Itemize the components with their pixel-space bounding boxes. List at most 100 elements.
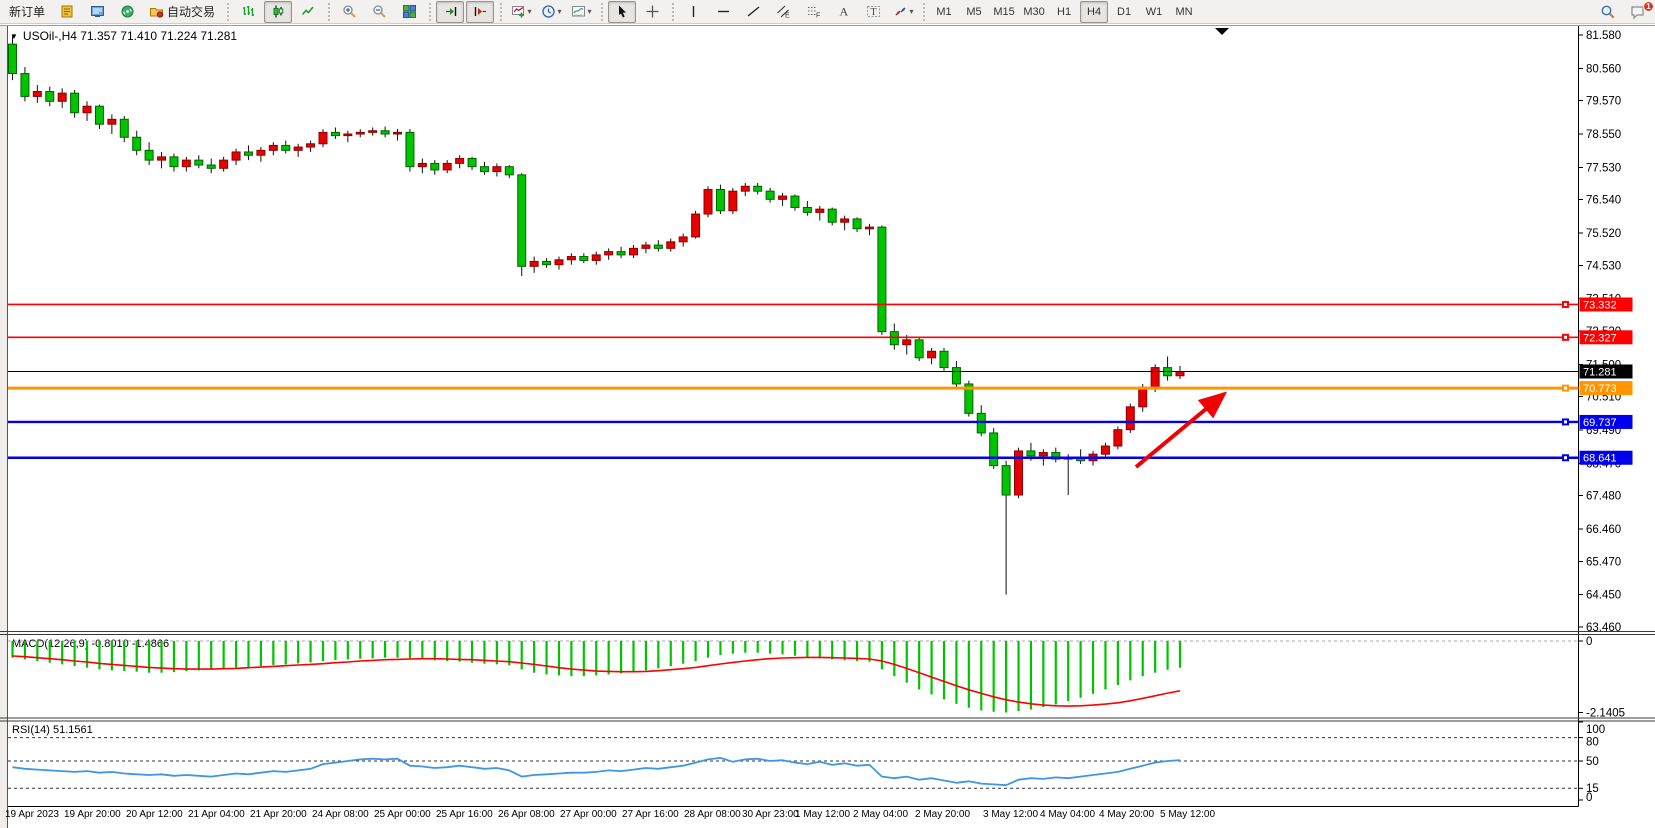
arrows-button[interactable]: ▾ bbox=[889, 1, 917, 23]
tf-h4-button[interactable]: H4 bbox=[1080, 1, 1108, 23]
chat-button[interactable]: 1 bbox=[1624, 1, 1652, 23]
zoom-in-icon bbox=[342, 4, 357, 19]
rsi-tick-label: 50 bbox=[1586, 756, 1599, 768]
candle-down bbox=[580, 257, 588, 261]
candle-up bbox=[83, 106, 91, 113]
macd-axis-min: -2.1405 bbox=[1586, 707, 1625, 719]
candle-down bbox=[977, 413, 985, 433]
tf-w1-button[interactable]: W1 bbox=[1140, 1, 1168, 23]
line-handle[interactable] bbox=[1562, 418, 1569, 425]
tf-h1-button-label: H1 bbox=[1057, 6, 1071, 18]
chevron-down-icon[interactable]: ▾ bbox=[910, 8, 914, 16]
tf-m1-button-label: M1 bbox=[936, 6, 951, 18]
time-tick-label: 4 May 04:00 bbox=[1040, 809, 1095, 820]
candle-up bbox=[741, 186, 749, 191]
market-watch-button[interactable] bbox=[53, 1, 81, 23]
price-tick-label: 63.460 bbox=[1586, 622, 1621, 634]
market-watch-icon bbox=[60, 4, 75, 19]
time-tick-label: 25 Apr 16:00 bbox=[436, 809, 493, 820]
navigator-button[interactable] bbox=[113, 1, 141, 23]
chevron-down-icon[interactable]: ▾ bbox=[588, 8, 592, 16]
tf-w1-button-label: W1 bbox=[1146, 6, 1163, 18]
tf-m5-button[interactable]: M5 bbox=[960, 1, 988, 23]
trend-arrow-annotation[interactable] bbox=[1136, 394, 1224, 467]
candle-up bbox=[456, 159, 464, 164]
horizontal-line-icon bbox=[716, 4, 731, 19]
tf-m1-button[interactable]: M1 bbox=[930, 1, 958, 23]
candle-up bbox=[704, 190, 712, 215]
cursor-button[interactable] bbox=[608, 1, 636, 23]
trendline-button[interactable] bbox=[739, 1, 767, 23]
chevron-down-icon[interactable]: ▾ bbox=[528, 8, 532, 16]
tf-h1-button[interactable]: H1 bbox=[1050, 1, 1078, 23]
tf-d1-button[interactable]: D1 bbox=[1110, 1, 1138, 23]
zoom-out-button[interactable] bbox=[365, 1, 393, 23]
candle-up bbox=[605, 252, 613, 255]
line-handle[interactable] bbox=[1562, 385, 1569, 392]
text-label-button[interactable]: T bbox=[859, 1, 887, 23]
templates-button[interactable]: ▾ bbox=[567, 1, 595, 23]
time-tick-label: 2 May 20:00 bbox=[915, 809, 970, 820]
trendline-icon bbox=[746, 4, 761, 19]
tile-windows-button[interactable] bbox=[395, 1, 423, 23]
fibonacci-button[interactable]: F bbox=[799, 1, 827, 23]
chevron-down-icon[interactable]: ▾ bbox=[558, 8, 562, 16]
periods-button[interactable]: ▾ bbox=[537, 1, 565, 23]
line-handle[interactable] bbox=[1562, 334, 1569, 341]
line-chart-button[interactable] bbox=[294, 1, 322, 23]
candle-down bbox=[468, 159, 476, 167]
text-label-icon: T bbox=[866, 4, 881, 19]
data-window-icon bbox=[90, 4, 105, 19]
price-lines[interactable]: 73.33272.32771.28170.77369.73768.641 bbox=[8, 297, 1633, 464]
time-tick-label: 27 Apr 16:00 bbox=[622, 809, 679, 820]
candle-up bbox=[865, 227, 873, 229]
zoom-in-button[interactable] bbox=[335, 1, 363, 23]
candle-up bbox=[33, 92, 41, 97]
line-handle[interactable] bbox=[1562, 301, 1569, 308]
tf-mn-button-label: MN bbox=[1175, 6, 1192, 18]
bar-chart-button[interactable] bbox=[234, 1, 262, 23]
search-button[interactable] bbox=[1594, 1, 1622, 23]
tf-d1-button-label: D1 bbox=[1117, 6, 1131, 18]
candle-down bbox=[21, 74, 29, 97]
candle-up bbox=[692, 214, 700, 237]
candle-up bbox=[493, 167, 501, 172]
candlestick-series bbox=[9, 35, 1184, 595]
new-order-button[interactable]: 新订单 bbox=[3, 1, 51, 23]
vertical-line-button[interactable] bbox=[679, 1, 707, 23]
candle-down bbox=[244, 152, 252, 155]
horizontal-line-button[interactable] bbox=[709, 1, 737, 23]
macd-signal-line bbox=[13, 656, 1181, 706]
chart-shift-button[interactable] bbox=[466, 1, 494, 23]
line-chart-icon bbox=[301, 4, 316, 19]
text-button[interactable]: A bbox=[829, 1, 857, 23]
chart-title: ▼ USOil-,H4 71.357 71.410 71.224 71.281 bbox=[10, 29, 237, 43]
candle-up bbox=[816, 209, 824, 212]
tf-mn-button[interactable]: MN bbox=[1170, 1, 1198, 23]
candle-down bbox=[9, 44, 17, 73]
crosshair-button[interactable] bbox=[638, 1, 666, 23]
chart-dropdown-icon[interactable]: ▼ bbox=[10, 32, 18, 41]
line-handle[interactable] bbox=[1562, 454, 1569, 461]
candle-down bbox=[46, 92, 54, 102]
price-badge-label: 69.737 bbox=[1583, 417, 1617, 429]
candle-up bbox=[269, 145, 277, 150]
autotrading-icon bbox=[149, 4, 164, 19]
tf-m30-button[interactable]: M30 bbox=[1020, 1, 1048, 23]
autotrading-button[interactable]: 自动交易 bbox=[143, 1, 221, 23]
channel-button[interactable]: E bbox=[769, 1, 797, 23]
time-tick-label: 24 Apr 08:00 bbox=[312, 809, 369, 820]
time-axis[interactable]: 19 Apr 202319 Apr 20:0020 Apr 12:0021 Ap… bbox=[5, 809, 1215, 820]
price-axis[interactable]: 81.58080.56079.57078.55077.53076.54075.5… bbox=[1579, 30, 1622, 634]
chart-canvas[interactable]: 81.58080.56079.57078.55077.53076.54075.5… bbox=[0, 25, 1655, 828]
candle-up bbox=[1015, 451, 1023, 495]
data-window-button[interactable] bbox=[83, 1, 111, 23]
toolbar: 新订单 自动交易 ▾ ▾ ▾ EFAT ▾ M1 M5M15M30 H1 H4 D1 W1 MN 1 bbox=[0, 0, 1655, 24]
tf-m15-button[interactable]: M15 bbox=[990, 1, 1018, 23]
time-tick-label: 30 Apr 23:00 bbox=[742, 809, 799, 820]
tf-h4-button-label: H4 bbox=[1087, 6, 1101, 18]
auto-scroll-button[interactable] bbox=[436, 1, 464, 23]
indicators-button[interactable]: ▾ bbox=[507, 1, 535, 23]
candle-down bbox=[71, 93, 79, 113]
candlestick-chart-button[interactable] bbox=[264, 1, 292, 23]
